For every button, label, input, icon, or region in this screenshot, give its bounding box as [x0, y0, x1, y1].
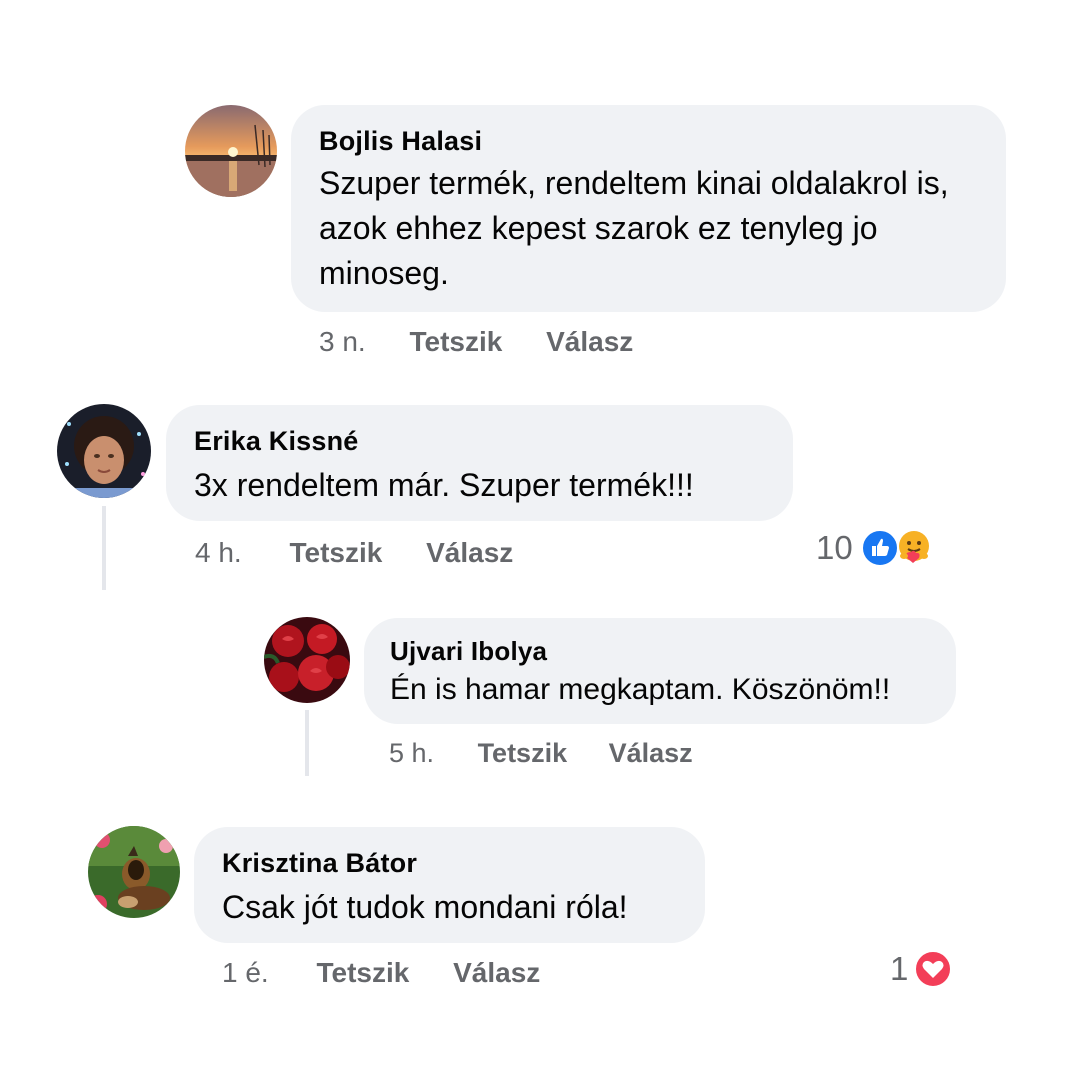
reaction-summary[interactable]: 1	[890, 950, 953, 988]
reply-button[interactable]: Válasz	[453, 957, 540, 988]
avatar-ujvari-ibolya[interactable]	[264, 617, 350, 703]
comment-text: 3x rendeltem már. Szuper termék!!!	[194, 467, 694, 503]
comment-bubble: Erika Kissné 3x rendeltem már. Szuper te…	[166, 405, 793, 521]
like-button[interactable]: Tetszik	[289, 537, 382, 568]
reply-button[interactable]: Válasz	[426, 537, 513, 568]
comment-author[interactable]: Erika Kissné	[194, 425, 765, 457]
comment-bubble: Ujvari Ibolya Én is hamar megkaptam. Kös…	[364, 618, 956, 724]
thread-line	[305, 710, 309, 776]
avatar-erika-kissne[interactable]	[57, 404, 151, 498]
comment-actions: 4 h. Tetszik Válasz	[195, 537, 513, 569]
reply-button[interactable]: Válasz	[609, 738, 693, 768]
reaction-summary[interactable]: 10	[816, 529, 933, 567]
comment-text: Csak jót tudok mondani róla!	[222, 889, 628, 925]
like-button[interactable]: Tetszik	[316, 957, 409, 988]
avatar-krisztina-bator[interactable]	[88, 826, 180, 918]
comment-bubble: Krisztina Bátor Csak jót tudok mondani r…	[194, 827, 705, 943]
comment-author[interactable]: Ujvari Ibolya	[390, 636, 930, 666]
reply-button[interactable]: Válasz	[546, 326, 633, 357]
comment-time[interactable]: 3 n.	[319, 326, 366, 357]
thread-line	[102, 506, 106, 590]
love-icon	[914, 950, 953, 988]
comment-time[interactable]: 5 h.	[389, 738, 434, 768]
comment-author[interactable]: Krisztina Bátor	[222, 847, 677, 879]
comment-time[interactable]: 1 é.	[222, 957, 269, 988]
like-button[interactable]: Tetszik	[409, 326, 502, 357]
comment-text: Szuper termék, rendeltem kinai oldalakro…	[319, 165, 949, 291]
like-button[interactable]: Tetszik	[478, 738, 568, 768]
reaction-count: 1	[890, 950, 909, 987]
comment-text: Én is hamar megkaptam. Köszönöm!!	[390, 673, 891, 706]
care-icon	[895, 529, 933, 567]
comment-bubble: Bojlis Halasi Szuper termék, rendeltem k…	[291, 105, 1006, 312]
comment-actions: 3 n. Tetszik Válasz	[319, 326, 633, 358]
comment-actions: 5 h. Tetszik Válasz	[389, 737, 693, 769]
comment-time[interactable]: 4 h.	[195, 537, 242, 568]
avatar-bojlis-halasi[interactable]	[185, 105, 277, 197]
like-icon	[860, 529, 899, 567]
reaction-count: 10	[816, 529, 853, 566]
comment-author[interactable]: Bojlis Halasi	[319, 125, 978, 157]
comment-actions: 1 é. Tetszik Válasz	[222, 957, 540, 989]
